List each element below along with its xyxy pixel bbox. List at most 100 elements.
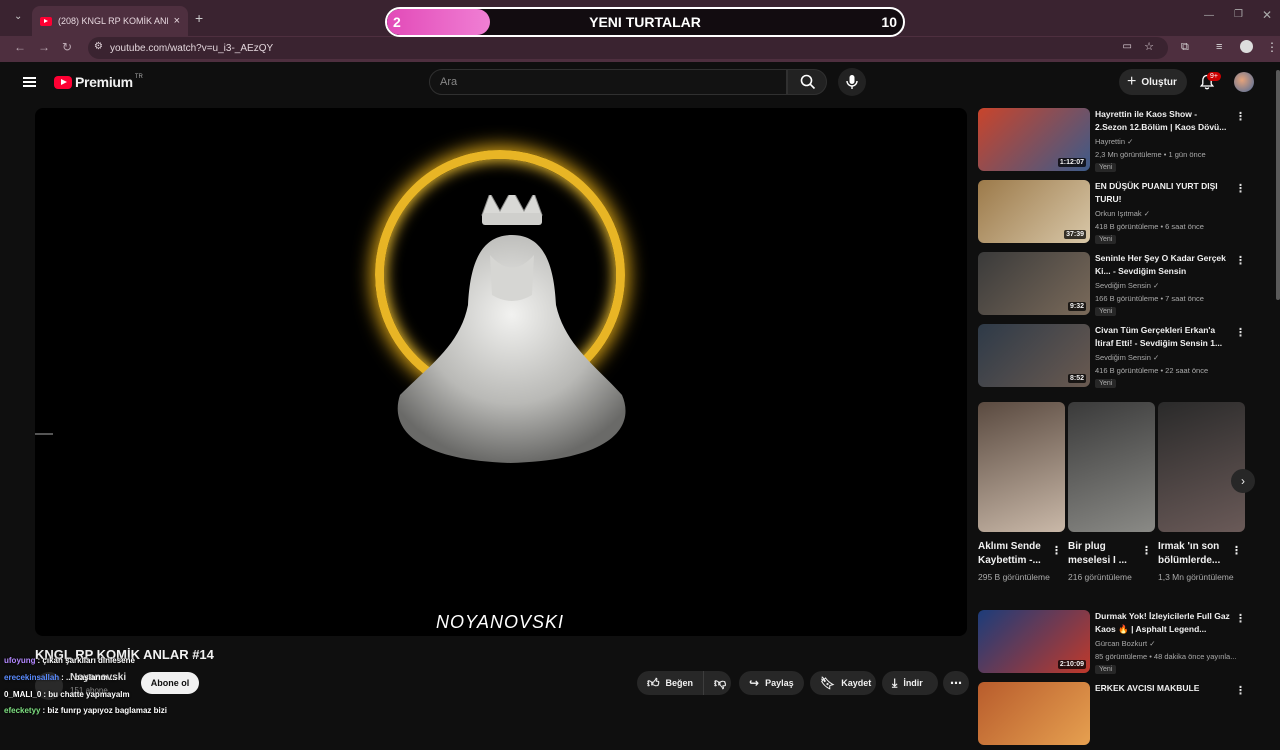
video-duration: 2:10:09	[1057, 660, 1086, 669]
forward-icon[interactable]: →	[38, 40, 50, 54]
country-code: TR	[134, 74, 143, 80]
extensions-icon[interactable]: ⧉	[1181, 41, 1189, 54]
recommended-video[interactable]: 8:52 Civan Tüm Gerçekleri Erkan'a İtiraf …	[978, 324, 1254, 392]
close-tab-icon[interactable]: ×	[174, 15, 180, 27]
chat-username: 0_MALI_0	[4, 690, 42, 699]
short-card[interactable]: Irmak 'ın son bölümlerde... 1,3 Mn görünt…	[1158, 402, 1245, 584]
recommended-video[interactable]: ERKEK AVCISI MAKBULE ⋮	[978, 682, 1254, 750]
more-horizontal-icon: ⋯	[950, 676, 962, 690]
video-duration: 8:52	[1067, 374, 1086, 383]
new-tab-icon[interactable]: +	[195, 10, 203, 26]
recommended-meta: 166 B görüntüleme • 7 saat önce	[1095, 294, 1204, 303]
more-options-icon[interactable]: ⋮	[1235, 326, 1246, 339]
progress-banner: YENI TURTALAR 2 10	[385, 7, 905, 37]
chat-username: erecekinsallah	[4, 673, 60, 682]
cast-icon[interactable]: ▭	[1123, 41, 1132, 52]
dislike-button[interactable]: 👎︎	[703, 671, 731, 695]
recommended-channel: Gürcan Bozkurt ✓	[1095, 639, 1156, 648]
recommended-video[interactable]: 37:39 EN DÜŞÜK PUANLI YURT DIŞI TURU! Orku…	[978, 180, 1254, 248]
recommended-title[interactable]: EN DÜŞÜK PUANLI YURT DIŞI TURU!	[1095, 180, 1231, 206]
video-thumbnail[interactable]	[978, 682, 1090, 745]
video-thumbnail[interactable]: 1:12:07	[978, 108, 1090, 171]
short-title[interactable]: Aklımı Sende Kaybettim -...	[978, 540, 1050, 568]
profile-icon[interactable]	[1240, 40, 1253, 53]
address-bar[interactable]: ⚙ youtube.com/watch?v=u_i3-_AEzQY ▭ ☆	[88, 37, 1168, 59]
more-options-icon[interactable]: ⋮	[1235, 182, 1246, 195]
url-text: youtube.com/watch?v=u_i3-_AEzQY	[110, 42, 274, 54]
more-options-icon[interactable]: ⋮	[1235, 110, 1246, 123]
tab-title: (208) KNGL RP KOMİK ANLAR #	[58, 16, 168, 26]
search-button[interactable]	[787, 69, 827, 95]
microphone-icon	[846, 75, 858, 89]
bookmark-star-icon[interactable]: ☆	[1144, 40, 1154, 53]
recommended-video[interactable]: 9:32 Seninle Her Şey O Kadar Gerçek Ki...…	[978, 252, 1254, 320]
tab-list-chevron-icon[interactable]: ⌄	[14, 11, 22, 22]
download-label: İndir	[903, 678, 923, 688]
chat-text: : bu chatte yapmayalm	[43, 690, 130, 699]
recommended-video[interactable]: 1:12:07 Hayrettin ile Kaos Show - 2.Sezon…	[978, 108, 1254, 176]
hamburger-menu-icon[interactable]	[23, 77, 36, 87]
back-icon[interactable]: ←	[14, 40, 26, 54]
video-thumbnail[interactable]: 9:32	[978, 252, 1090, 315]
recommended-channel: Sevdiğim Sensin ✓	[1095, 353, 1160, 362]
video-thumbnail[interactable]: 8:52	[978, 324, 1090, 387]
more-options-icon[interactable]: ⋮	[1235, 612, 1246, 625]
minimize-icon[interactable]: —	[1204, 10, 1214, 21]
short-thumbnail[interactable]	[1158, 402, 1245, 532]
more-options-icon[interactable]: ⋮	[1231, 544, 1242, 557]
short-thumbnail[interactable]	[978, 402, 1065, 532]
short-card[interactable]: Bir plug meselesi I ... 216 görüntüleme ⋮	[1068, 402, 1155, 584]
share-label: Paylaş	[765, 678, 794, 688]
recommended-title[interactable]: ERKEK AVCISI MAKBULE	[1095, 682, 1231, 695]
download-button[interactable]: ⤓ İndir	[882, 671, 938, 695]
like-label: Beğen	[665, 678, 694, 688]
close-window-icon[interactable]: ✕	[1262, 8, 1272, 22]
reload-icon[interactable]: ↻	[62, 40, 72, 54]
subscribe-button[interactable]: Abone ol	[141, 672, 199, 694]
recommended-meta: 416 B görüntüleme • 22 saat önce	[1095, 366, 1209, 375]
video-thumbnail[interactable]: 37:39	[978, 180, 1090, 243]
shorts-next-button[interactable]: ›	[1231, 469, 1255, 493]
recommended-title[interactable]: Durmak Yok! İzleyicilerle Full Gaz Kaos …	[1095, 610, 1231, 636]
save-button[interactable]: 🔖︎ Kaydet	[810, 671, 876, 695]
short-title[interactable]: Irmak 'ın son bölümlerde...	[1158, 540, 1230, 568]
notification-badge: 9+	[1207, 72, 1221, 81]
share-button[interactable]: ↪ Paylaş	[739, 671, 804, 695]
video-thumbnail[interactable]: 2:10:09	[978, 610, 1090, 673]
search-icon	[800, 74, 816, 90]
save-label: Kaydet	[841, 678, 872, 688]
short-title[interactable]: Bir plug meselesi I ...	[1068, 540, 1140, 568]
video-watermark: NOYANOVSKI	[435, 612, 565, 632]
chat-message: efecketyy: biz funrp yapıyoz baglamaz bi…	[4, 706, 167, 715]
account-avatar[interactable]	[1234, 72, 1254, 92]
recommended-title[interactable]: Civan Tüm Gerçekleri Erkan'a İtiraf Etti…	[1095, 324, 1231, 350]
voice-search-button[interactable]	[838, 68, 866, 96]
recommended-channel: Hayrettin ✓	[1095, 137, 1134, 146]
chat-text: : çıkan şarkıları dinlesene	[37, 656, 135, 665]
browser-menu-icon[interactable]: ⋮	[1266, 40, 1278, 54]
share-arrow-icon: ↪	[749, 676, 760, 690]
more-options-icon[interactable]: ⋮	[1141, 544, 1152, 557]
media-controls-icon[interactable]: ≡	[1216, 41, 1222, 53]
page-scrollbar[interactable]	[1276, 70, 1280, 300]
recommended-video[interactable]: 2:10:09 Durmak Yok! İzleyicilerle Full Ga…	[978, 610, 1254, 678]
more-options-icon[interactable]: ⋮	[1235, 254, 1246, 267]
like-button[interactable]: 👍︎ Beğen	[637, 671, 703, 695]
youtube-logo[interactable]: Premium TR	[54, 74, 143, 90]
recommended-title[interactable]: Hayrettin ile Kaos Show - 2.Sezon 12.Böl…	[1095, 108, 1231, 134]
create-button[interactable]: + Oluştur	[1119, 69, 1187, 95]
chat-message: 0_MALI_0: bu chatte yapmayalm	[4, 690, 130, 699]
player-edge-mark	[35, 433, 53, 435]
site-info-icon[interactable]: ⚙	[94, 41, 103, 52]
create-label: Oluştur	[1141, 76, 1177, 88]
browser-tab[interactable]: (208) KNGL RP KOMİK ANLAR # ×	[32, 6, 188, 36]
short-views: 1,3 Mn görüntüleme	[1158, 572, 1234, 582]
recommended-title[interactable]: Seninle Her Şey O Kadar Gerçek Ki... - S…	[1095, 252, 1231, 278]
short-thumbnail[interactable]	[1068, 402, 1155, 532]
more-options-icon[interactable]: ⋮	[1051, 544, 1062, 557]
more-options-icon[interactable]: ⋮	[1235, 684, 1246, 697]
more-actions-button[interactable]: ⋯	[943, 671, 969, 695]
short-card[interactable]: Aklımı Sende Kaybettim -... 295 B görüntü…	[978, 402, 1065, 584]
restore-icon[interactable]: ❐	[1234, 9, 1243, 20]
search-input[interactable]: Ara	[429, 69, 787, 95]
